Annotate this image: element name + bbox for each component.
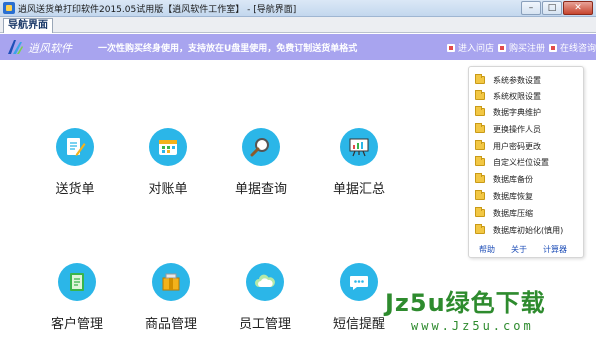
feature-label: 送货单 [55, 182, 95, 197]
watermark: Jz5u绿色下载 www.Jz5u.com [385, 283, 593, 339]
system-params-item[interactable]: 系统参数设置 [475, 73, 541, 87]
help-link[interactable]: 帮助 [479, 244, 495, 255]
chat-bubble-icon [340, 263, 378, 301]
cart-icon [498, 43, 506, 52]
db-initialize-item[interactable]: 数据库初始化(慎用) [475, 223, 563, 237]
db-backup-item[interactable]: 数据库备份 [475, 172, 533, 186]
feature-product-management[interactable]: 商品管理 [126, 263, 216, 332]
shop-icon [447, 43, 455, 52]
window-title: 逍风送货单打印软件2015.05试用版【逍风软件工作室】 - [导航界面] [18, 5, 297, 15]
enter-shop-link[interactable]: 进入问店 [447, 41, 494, 54]
watermark-text: Jz5u绿色下载 [385, 289, 546, 317]
window-titlebar: 逍风送货单打印软件2015.05试用版【逍风软件工作室】 - [导航界面] – … [0, 0, 596, 17]
pencil-notepad-icon [56, 128, 94, 166]
magnifier-icon [242, 128, 280, 166]
feature-label: 对账单 [148, 182, 188, 197]
custom-fields-item[interactable]: 自定义栏位设置 [475, 155, 549, 169]
feature-document-query[interactable]: 单据查询 [216, 128, 306, 197]
logo-text: 逍风软件 [28, 42, 72, 55]
buy-register-link[interactable]: 购买注册 [498, 41, 545, 54]
data-dictionary-item[interactable]: 数据字典维护 [475, 105, 541, 119]
consult-icon [549, 43, 557, 52]
folder-icon [475, 140, 485, 150]
window-controls: – □ ✕ [521, 1, 593, 15]
db-compress-item[interactable]: 数据库压缩 [475, 206, 533, 220]
slogan-text: 一次性购买终身使用，支持放在U盘里使用，免费订制送货单格式 [98, 44, 358, 54]
system-permissions-item[interactable]: 系统权限设置 [475, 89, 541, 103]
feature-document-summary[interactable]: 单据汇总 [314, 128, 404, 197]
feature-label: 客户管理 [50, 317, 103, 332]
panel-links: 帮助 关于 计算器 [479, 244, 567, 255]
header-banner: 逍风软件 一次性购买终身使用，支持放在U盘里使用，免费订制送货单格式 进入问店 … [0, 34, 596, 60]
calculator-link[interactable]: 计算器 [543, 244, 567, 255]
minimize-button[interactable]: – [521, 1, 541, 15]
folder-icon [475, 90, 485, 100]
folder-icon [475, 173, 485, 183]
feature-label: 单据查询 [234, 182, 287, 197]
change-operator-item[interactable]: 更换操作人员 [475, 122, 541, 136]
feature-label: 商品管理 [144, 317, 197, 332]
feature-delivery-note[interactable]: 送货单 [30, 128, 120, 197]
folder-icon [475, 74, 485, 84]
db-restore-item[interactable]: 数据库恢复 [475, 189, 533, 203]
about-link[interactable]: 关于 [511, 244, 527, 255]
package-icon [152, 263, 190, 301]
app-icon [3, 2, 15, 14]
settings-panel: 系统参数设置 系统权限设置 数据字典维护 更换操作人员 用户密码更改 自定义栏位… [468, 66, 584, 258]
maximize-button[interactable]: □ [542, 1, 562, 15]
feature-employee-management[interactable]: 员工管理 [220, 263, 310, 332]
feature-label: 单据汇总 [332, 182, 385, 197]
folder-icon [475, 156, 485, 166]
change-password-item[interactable]: 用户密码更改 [475, 139, 541, 153]
feature-customer-management[interactable]: 客户管理 [32, 263, 122, 332]
folder-icon [475, 190, 485, 200]
cloud-icon [246, 263, 284, 301]
feature-statement[interactable]: 对账单 [123, 128, 213, 197]
feature-label: 员工管理 [238, 317, 291, 332]
online-consult-link[interactable]: 在线咨询 [549, 41, 596, 54]
logo-icon [8, 40, 23, 54]
folder-icon [475, 106, 485, 116]
presentation-board-icon [340, 128, 378, 166]
tab-navigation[interactable]: 导航界面 [3, 18, 53, 33]
folder-icon [475, 123, 485, 133]
calendar-icon [149, 128, 187, 166]
folder-icon [475, 224, 485, 234]
folder-icon [475, 207, 485, 217]
address-book-icon [58, 263, 96, 301]
watermark-url: www.Jz5u.com [411, 319, 534, 333]
close-button[interactable]: ✕ [563, 1, 593, 15]
tab-strip: 导航界面 [0, 17, 596, 33]
